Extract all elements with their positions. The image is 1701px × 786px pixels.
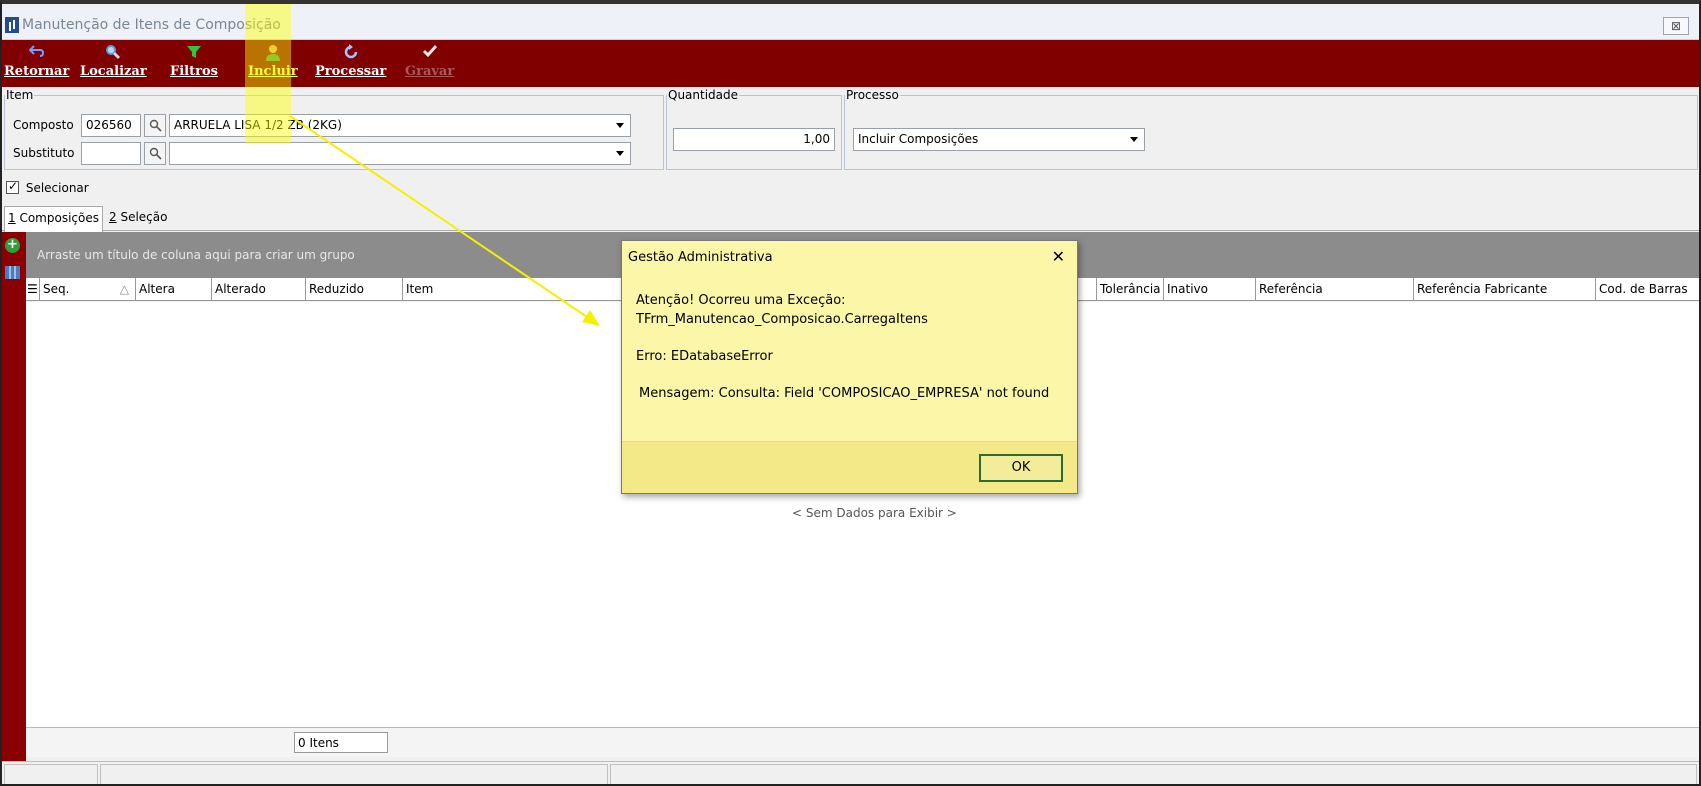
composto-lookup-button[interactable] (144, 114, 166, 137)
column-chooser-icon[interactable]: ☰ (26, 278, 40, 301)
processo-legend: Processo (846, 88, 899, 102)
app-icon (5, 17, 19, 33)
title-bar: Manutenção de Itens de Composição ⊠ (2, 8, 1699, 40)
status-panel (610, 764, 1697, 784)
app-window: Manutenção de Itens de Composição ⊠ Reto… (0, 0, 1701, 786)
processar-button[interactable]: Processar (315, 44, 386, 79)
retornar-button[interactable]: Retornar (4, 44, 69, 79)
funnel-icon (170, 44, 218, 64)
add-row-icon[interactable]: + (5, 238, 20, 253)
status-bar (2, 761, 1699, 784)
selecionar-checkbox[interactable]: Selecionar (6, 179, 89, 195)
dialog-error: Erro: EDatabaseError (636, 349, 773, 364)
composto-label: Composto (13, 118, 74, 132)
window-title: Manutenção de Itens de Composição (22, 17, 281, 33)
column-tolerancia[interactable]: Tolerância (1097, 278, 1164, 301)
column-referencia-fabricante[interactable]: Referência Fabricante (1414, 278, 1596, 301)
chevron-down-icon (616, 151, 624, 156)
toolbar: Retornar Localizar Filtros Incluir Proce… (2, 40, 1699, 87)
group-by-hint: Arraste um título de coluna aqui para cr… (37, 248, 355, 262)
column-referencia[interactable]: Referência (1256, 278, 1414, 301)
chevron-down-icon (616, 123, 624, 128)
magnifier-icon (149, 119, 162, 132)
dialog-close-button[interactable]: ✕ (1052, 247, 1065, 266)
refresh-icon (315, 44, 386, 64)
grid-footer: 0 Itens (26, 727, 1699, 757)
column-alterado[interactable]: Alterado (212, 278, 306, 301)
tab-composicoes[interactable]: 1 Composições (4, 206, 103, 232)
filtros-button[interactable]: Filtros (170, 44, 218, 79)
add-person-icon (248, 44, 298, 64)
quantidade-field[interactable]: 1,00 (673, 128, 835, 151)
dialog-message: Atenção! Ocorreu uma Exceção: TFrm_Manut… (636, 291, 1056, 421)
column-seq[interactable]: Seq. △ (40, 278, 136, 301)
substituto-description-select[interactable] (169, 142, 631, 165)
processo-group: Processo Incluir Composições (844, 88, 1698, 170)
dialog-exception-line: Atenção! Ocorreu uma Exceção: (636, 293, 846, 308)
column-cod-barras[interactable]: Cod. de Barras (1596, 278, 1699, 301)
column-reduzido[interactable]: Reduzido (306, 278, 403, 301)
dialog-exception-source: TFrm_Manutencao_Composicao.CarregaItens (636, 312, 928, 327)
column-inativo[interactable]: Inativo (1164, 278, 1256, 301)
tab-selecao[interactable]: 2 Seleção (106, 206, 170, 231)
chevron-down-icon (1130, 137, 1138, 142)
checkbox-checked-icon[interactable] (6, 179, 19, 194)
substituto-lookup-button[interactable] (144, 142, 166, 165)
status-panel (100, 764, 608, 784)
dialog-detail: Mensagem: Consulta: Field 'COMPOSICAO_EM… (639, 386, 1050, 401)
ok-button[interactable]: OK (979, 454, 1063, 482)
incluir-button[interactable]: Incluir (248, 44, 298, 79)
magnifier-icon (80, 44, 147, 64)
gravar-button[interactable]: Gravar (405, 44, 454, 79)
sort-asc-icon: △ (119, 282, 129, 296)
grid-layout-icon[interactable] (5, 266, 20, 279)
column-altera[interactable]: Altera (136, 278, 212, 301)
localizar-button[interactable]: Localizar (80, 44, 147, 79)
quantidade-group: Quantidade 1,00 (666, 88, 842, 170)
item-legend: Item (6, 88, 34, 102)
dialog-title: Gestão Administrativa (628, 250, 773, 265)
dialog-footer: OK (622, 441, 1077, 493)
error-dialog: Gestão Administrativa ✕ Atenção! Ocorreu… (621, 240, 1078, 494)
magnifier-icon (149, 147, 162, 160)
item-count: 0 Itens (294, 732, 388, 753)
tab-bar: 1 Composições 2 Seleção (2, 204, 1699, 232)
grid-side-toolbar: + (2, 232, 26, 784)
substituto-code-field[interactable] (81, 142, 141, 165)
item-group: Item Composto 026560 ARRUELA LISA 1/2 ZB… (4, 88, 664, 170)
selecionar-label: Selecionar (25, 180, 89, 195)
checkmark-icon (405, 44, 454, 64)
substituto-label: Substituto (13, 146, 75, 160)
composto-description-select[interactable]: ARRUELA LISA 1/2 ZB (2KG) (169, 114, 631, 137)
no-data-message: < Sem Dados para Exibir > (792, 506, 957, 520)
quantidade-legend: Quantidade (668, 88, 739, 102)
composto-code-field[interactable]: 026560 (81, 114, 141, 137)
back-arrow-icon (4, 44, 69, 64)
status-panel (4, 764, 98, 784)
window-close-button[interactable]: ⊠ (1663, 17, 1689, 35)
processo-select[interactable]: Incluir Composições (853, 128, 1145, 151)
